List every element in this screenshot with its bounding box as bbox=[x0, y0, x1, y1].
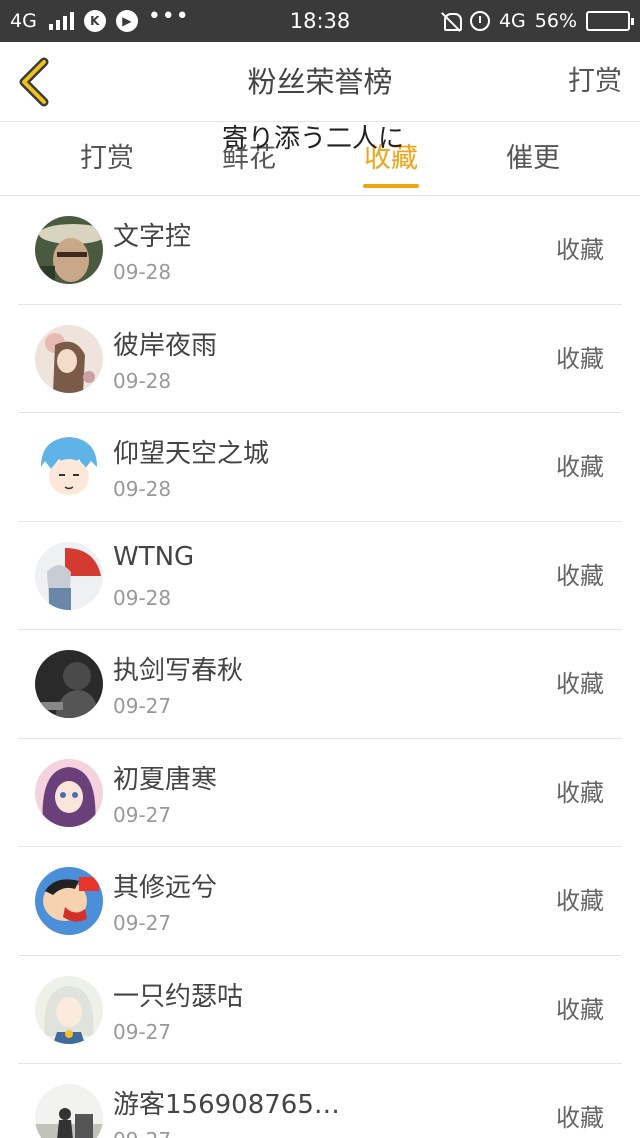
tab-flowers[interactable]: 鲜花 bbox=[194, 122, 304, 196]
silhouette-avatar-icon bbox=[35, 1084, 103, 1138]
more-notifications-icon: ••• bbox=[147, 4, 190, 29]
network-type: 4G bbox=[10, 10, 37, 32]
fan-name: 仰望天空之城 bbox=[113, 439, 270, 469]
active-tab-indicator bbox=[363, 184, 419, 188]
tab-bar: 打赏 鲜花 收藏 催更 bbox=[0, 122, 640, 196]
battery-icon bbox=[586, 11, 634, 31]
avatar[interactable] bbox=[35, 324, 103, 393]
white-hair-girl-avatar-icon bbox=[35, 975, 103, 1044]
favorite-label: 收藏 bbox=[556, 344, 604, 373]
fan-name: 游客156908765… bbox=[113, 1090, 340, 1120]
reward-button[interactable]: 打赏 bbox=[568, 42, 622, 122]
fan-list: 文字控 09-28 收藏 彼岸夜雨 09-28 收藏 仰望天空之城 09-28 … bbox=[18, 196, 622, 1138]
play-notification-icon: ▶ bbox=[115, 10, 138, 32]
status-bar: 4G K ▶ ••• 18:38 4G 56% bbox=[0, 0, 640, 42]
favorite-label: 收藏 bbox=[556, 670, 604, 698]
list-item[interactable]: 其修远兮 09-27 收藏 bbox=[18, 847, 622, 956]
fan-name: 文字控 bbox=[113, 222, 192, 252]
list-item[interactable]: 一只约瑟咕 09-27 收藏 bbox=[18, 956, 622, 1064]
avatar[interactable] bbox=[35, 975, 103, 1044]
tab-reward[interactable]: 打赏 bbox=[52, 122, 162, 196]
fan-date: 09-27 bbox=[113, 802, 172, 827]
fan-date: 09-27 bbox=[113, 911, 172, 935]
fan-date: 09-28 bbox=[113, 368, 172, 393]
battery-percent: 56% bbox=[534, 10, 577, 32]
fan-name: 其修远兮 bbox=[113, 873, 218, 903]
tab-urge-update[interactable]: 催更 bbox=[478, 122, 588, 196]
list-item[interactable]: 游客156908765… 09-27 收藏 bbox=[18, 1064, 622, 1138]
favorite-label: 收藏 bbox=[556, 453, 604, 481]
status-left: 4G K ▶ ••• bbox=[10, 0, 190, 42]
favorite-label: 收藏 bbox=[556, 778, 604, 807]
fan-date: 09-27 bbox=[113, 1128, 171, 1138]
fan-name: WTNG bbox=[113, 541, 195, 572]
mute-icon bbox=[441, 11, 462, 31]
avatar[interactable] bbox=[35, 867, 103, 935]
fan-name: 一只约瑟咕 bbox=[113, 981, 244, 1012]
blue-hair-chibi-avatar-icon bbox=[35, 433, 103, 501]
dark-portrait-avatar-icon bbox=[35, 650, 103, 718]
list-item[interactable]: 文字控 09-28 收藏 bbox=[18, 196, 622, 305]
list-item[interactable]: 执剑写春秋 09-27 收藏 bbox=[18, 630, 622, 739]
umbrella-girl-avatar-icon bbox=[35, 541, 103, 610]
favorite-label: 收藏 bbox=[556, 236, 604, 264]
list-item[interactable]: 彼岸夜雨 09-28 收藏 bbox=[18, 305, 622, 413]
avatar[interactable] bbox=[35, 541, 103, 610]
purple-hair-girl-avatar-icon bbox=[35, 758, 103, 827]
fan-date: 09-28 bbox=[113, 477, 172, 501]
avatar[interactable] bbox=[35, 758, 103, 827]
fan-date: 09-27 bbox=[113, 1019, 172, 1044]
list-item[interactable]: 仰望天空之城 09-28 收藏 bbox=[18, 413, 622, 522]
network-type-right: 4G bbox=[498, 10, 526, 32]
alarm-icon bbox=[469, 11, 490, 31]
avatar[interactable] bbox=[35, 433, 103, 501]
app-notification-icon: K bbox=[83, 10, 106, 32]
anime-girl-avatar-icon bbox=[35, 324, 103, 393]
list-item[interactable]: WTNG 09-28 收藏 bbox=[18, 522, 622, 630]
fan-name: 执剑写春秋 bbox=[113, 656, 244, 686]
status-right: 4G 56% bbox=[441, 0, 634, 42]
favorite-label: 收藏 bbox=[556, 1104, 604, 1132]
avatar[interactable] bbox=[35, 1084, 103, 1138]
favorite-label: 收藏 bbox=[556, 561, 604, 590]
avatar[interactable] bbox=[35, 216, 103, 284]
favorite-label: 收藏 bbox=[556, 887, 604, 915]
favorite-label: 收藏 bbox=[556, 995, 604, 1024]
fan-name: 彼岸夜雨 bbox=[113, 330, 218, 361]
man-with-hat-avatar-icon bbox=[35, 216, 103, 284]
avatar[interactable] bbox=[35, 650, 103, 718]
cartoon-boy-avatar-icon bbox=[35, 867, 103, 935]
page-title: 粉丝荣誉榜 bbox=[247, 65, 393, 99]
app-header: 粉丝荣誉榜 打赏 bbox=[0, 42, 640, 122]
fan-date: 09-28 bbox=[113, 585, 172, 610]
signal-icon bbox=[48, 12, 74, 30]
fan-name: 初夏唐寒 bbox=[113, 764, 218, 795]
fan-date: 09-28 bbox=[113, 260, 172, 284]
list-item[interactable]: 初夏唐寒 09-27 收藏 bbox=[18, 739, 622, 847]
fan-date: 09-27 bbox=[113, 694, 172, 718]
